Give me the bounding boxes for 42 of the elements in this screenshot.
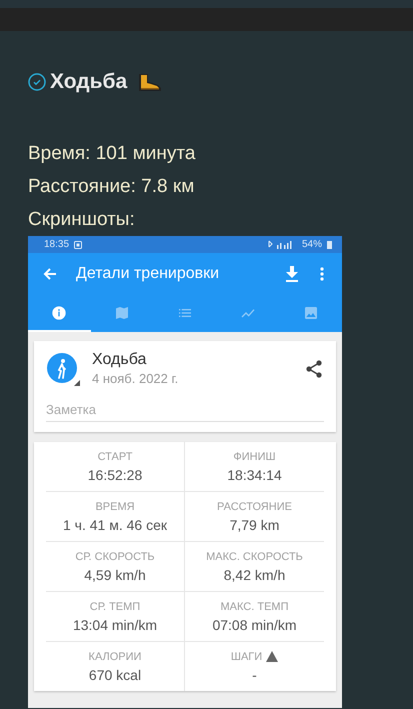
walking-icon (46, 352, 80, 386)
stat-label: ФИНИШ (233, 450, 276, 462)
stat-label: ШАГИ (230, 650, 262, 662)
download-icon (285, 266, 299, 282)
stat-value: 7,79 km (230, 516, 280, 532)
stat-value: 4,59 km/h (84, 566, 146, 582)
text-line: Время: 101 минута (28, 142, 196, 166)
stat-value: - (252, 666, 257, 682)
share-icon[interactable] (304, 358, 324, 378)
app-title: Детали тренировки (76, 265, 220, 283)
back-arrow-icon (42, 266, 58, 282)
check-circle-icon[interactable] (28, 73, 46, 91)
activity-name: Ходьба (92, 351, 148, 369)
stat-value: 07:08 min/km (212, 616, 297, 632)
text-line: Скриншоты: (28, 208, 136, 232)
stat-label: СР. СКОРОСТЬ (75, 550, 155, 562)
stat-value: 670 kcal (88, 666, 142, 682)
stat-label: КАЛОРИИ (88, 650, 142, 662)
boot-icon (137, 72, 164, 92)
image-icon (302, 304, 319, 320)
stat-value: 13:04 min/km (72, 616, 158, 632)
stat-label: СР. ТЕМП (90, 600, 140, 612)
stat-label: МАКС. ТЕМП (220, 600, 288, 612)
info-icon (51, 304, 68, 320)
stat-value: 8,42 km/h (224, 566, 286, 582)
map-icon (114, 304, 130, 320)
stat-value: 16:52:28 (88, 466, 142, 482)
stat-label: РАССТОЯНИЕ (217, 500, 292, 512)
notification-icon (74, 240, 82, 248)
stat-label: СТАРТ (98, 450, 132, 462)
activity-date: 4 нояб. 2022 г. (92, 371, 180, 386)
more-icon (320, 267, 324, 281)
status-time: 18:35 (44, 239, 70, 250)
text-line: Расстояние: 7.8 км (28, 175, 196, 199)
stat-value: 1 ч. 41 м. 46 сек (63, 516, 167, 532)
stat-value: 18:34:14 (227, 466, 282, 482)
stat-label: МАКС. СКОРОСТЬ (206, 550, 303, 562)
heading: Ходьба (50, 70, 128, 94)
battery-icon (327, 240, 332, 249)
battery-percent: 54% (302, 239, 322, 250)
stat-label: ВРЕМЯ (95, 500, 135, 512)
note-field[interactable]: Заметка (46, 400, 324, 422)
